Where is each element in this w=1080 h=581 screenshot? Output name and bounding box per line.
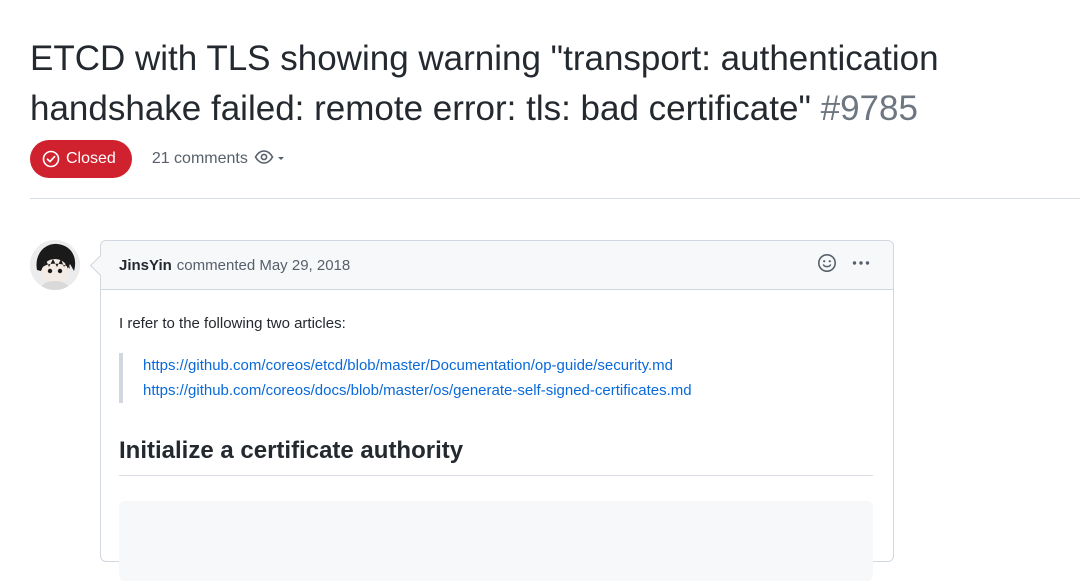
comment-author[interactable]: JinsYin [119,257,172,274]
comments-count: 21 comments [151,150,248,167]
watch-dropdown[interactable] [254,149,286,170]
link-self-signed-doc[interactable]: https://github.com/coreos/docs/blob/mast… [143,378,692,403]
comment-box: JinsYin commented May 29, 2018 I refer t… [100,240,894,581]
comment-action: commented [176,256,256,274]
state-badge: Closed [30,140,132,178]
state-label: Closed [66,150,116,167]
issue-title-text: ETCD with TLS showing warning "transport… [30,39,939,128]
caret-down-icon [276,150,286,168]
blockquote: https://github.com/coreos/etcd/blob/mast… [119,353,692,403]
comment-actions [817,241,871,289]
kebab-horizontal-icon[interactable] [851,253,871,277]
header-divider [30,198,1080,199]
issue-number: #9785 [820,89,918,128]
comments-summary: 21 comments [152,149,286,170]
link-security-doc[interactable]: https://github.com/coreos/etcd/blob/mast… [143,353,692,378]
comment-intro: I refer to the following two articles: [119,315,346,332]
issue-closed-icon [42,150,60,168]
comment-header: JinsYin commented May 29, 2018 [101,241,893,290]
smiley-icon[interactable] [817,253,837,277]
eye-icon [254,149,274,170]
issue-title: ETCD with TLS showing warning "transport… [30,34,1070,134]
comment-date[interactable]: May 29, 2018 [259,257,350,274]
avatar[interactable] [30,240,80,290]
code-block [119,501,873,581]
issue-meta: Closed 21 comments [30,140,286,178]
section-heading: Initialize a certificate authority [119,437,873,476]
